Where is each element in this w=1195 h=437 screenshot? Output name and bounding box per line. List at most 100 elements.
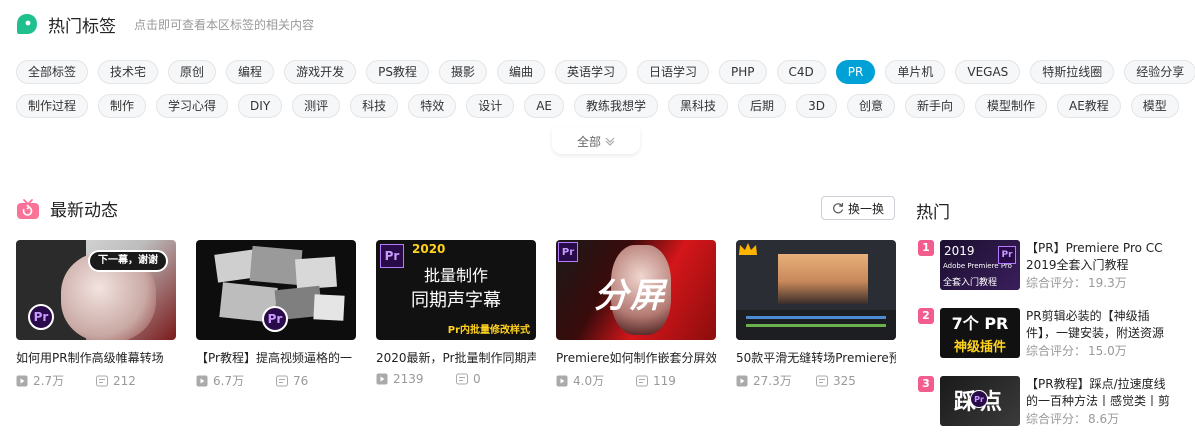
tag-chip[interactable]: 单片机 — [885, 60, 946, 84]
video-thumbnail[interactable]: Pr 2020 批量制作 同期声字幕 Pr内批量修改样式 — [376, 240, 536, 340]
video-thumbnail[interactable]: 下一幕，谢谢 Pr — [16, 240, 176, 340]
tag-chip[interactable]: 全部标签 — [16, 60, 89, 84]
tag-chip[interactable]: PS教程 — [366, 60, 429, 84]
tag-chip[interactable]: 编程 — [226, 60, 275, 84]
pr-logo: Pr — [558, 242, 578, 262]
refresh-label: 换一换 — [847, 201, 884, 216]
tag-chip[interactable]: PR — [835, 60, 876, 84]
tag-chip[interactable]: 游戏开发 — [284, 60, 357, 84]
tag-chip[interactable]: DIY — [238, 94, 283, 118]
tag-chip[interactable]: 原创 — [168, 60, 217, 84]
tag-chip[interactable]: AE — [524, 94, 565, 118]
hot-item-title[interactable]: 【PR】Premiere Pro CC 2019全套入门教程 — [1026, 240, 1176, 274]
video-thumbnail[interactable]: Pr — [196, 240, 356, 340]
tag-chip[interactable]: 学习心得 — [156, 94, 229, 118]
hot-item-title[interactable]: 【PR教程】踩点/拉速度线的一百种方法丨感觉类丨剪 — [1026, 376, 1176, 410]
tag-chip[interactable]: 制作 — [98, 94, 147, 118]
tag-chip[interactable]: 测评 — [292, 94, 341, 118]
thumbnail-line-3: 全套入门教程 — [943, 278, 998, 288]
pr-logo: Pr — [262, 306, 288, 332]
thumbnail-line-1: 2019 — [944, 244, 975, 258]
pr-logo: Pr — [998, 246, 1016, 264]
hot-item-text: 【PR】Premiere Pro CC 2019全套入门教程 综合评分： 19.3… — [1026, 240, 1176, 292]
hot-thumbnail[interactable]: 踩点 Pr — [940, 376, 1020, 426]
danmaku-icon — [636, 375, 648, 386]
hot-thumbnail[interactable]: 7个 PR 神级插件 — [940, 308, 1020, 358]
thumbnail-tagline: Pr内批量修改样式 — [447, 325, 530, 336]
video-title[interactable]: 50款平滑无缝转场Premiere预 — [736, 350, 896, 366]
tag-chip[interactable]: 技术宅 — [98, 60, 159, 84]
danmaku-count: 325 — [833, 373, 856, 388]
danmaku-icon — [96, 375, 108, 386]
video-stats: 27.3万 325 — [736, 372, 896, 389]
tag-chip[interactable]: 模型 — [1130, 94, 1179, 118]
tag-chip[interactable]: 创意 — [846, 94, 895, 118]
hot-item-text: 【PR教程】踩点/拉速度线的一百种方法丨感觉类丨剪 综合评分： 8.6万 — [1026, 376, 1176, 428]
video-title[interactable]: Premiere如何制作嵌套分屏效 — [556, 350, 716, 366]
tag-chip[interactable]: C4D — [776, 60, 826, 84]
latest-title: 最新动态 — [50, 201, 118, 221]
tag-chip[interactable]: PHP — [719, 60, 767, 84]
danmaku-count: 76 — [293, 373, 309, 388]
tv-icon — [17, 198, 39, 219]
tag-chip[interactable]: 特斯拉线圈 — [1030, 60, 1115, 84]
tag-chip[interactable]: VEGAS — [955, 60, 1021, 84]
score-label: 综合评分： — [1026, 344, 1087, 358]
video-card[interactable]: Pr 【Pr教程】提高视频逼格的一 6.7万 76 — [196, 240, 356, 389]
hot-item[interactable]: 2 7个 PR 神级插件 PR剪辑必装的【神级插件】，一键安装，附送资源 综合评… — [918, 308, 1178, 360]
hot-item-title[interactable]: PR剪辑必装的【神级插件】，一键安装，附送资源 — [1026, 308, 1176, 342]
tag-icon — [17, 14, 37, 34]
tag-chip[interactable]: 新手向 — [904, 94, 965, 118]
video-stats: 2139 0 — [376, 372, 536, 386]
danmaku-count: 0 — [473, 372, 481, 386]
play-count-icon — [16, 375, 28, 386]
refresh-button[interactable]: 换一换 — [821, 196, 895, 220]
thumbnail-caption: 分屏 — [594, 276, 666, 316]
danmaku-icon — [456, 373, 468, 385]
tag-chip[interactable]: 模型制作 — [974, 94, 1047, 118]
tag-chip[interactable]: 特效 — [408, 94, 457, 118]
score-value: 15.0万 — [1088, 344, 1127, 358]
video-title[interactable]: 【Pr教程】提高视频逼格的一 — [196, 350, 356, 366]
video-thumbnail[interactable]: Pr 分屏 — [556, 240, 716, 340]
tag-chip[interactable]: AE教程 — [1056, 94, 1121, 118]
thumbnail-year: 2020 — [412, 242, 446, 256]
hot-item-text: PR剪辑必装的【神级插件】，一键安装，附送资源 综合评分： 15.0万 — [1026, 308, 1176, 360]
video-thumbnail[interactable] — [736, 240, 896, 340]
video-card[interactable]: 50款平滑无缝转场Premiere预 27.3万 325 — [736, 240, 896, 389]
tag-chip[interactable]: 日语学习 — [636, 60, 709, 84]
play-count: 27.3万 — [753, 374, 792, 388]
tag-chip[interactable]: 黑科技 — [668, 94, 729, 118]
video-card[interactable]: 下一幕，谢谢 Pr 如何用PR制作高级帷幕转场 2.7万 212 — [16, 240, 176, 389]
thumbnail-caption: 批量制作 — [423, 266, 488, 285]
tag-chip[interactable]: 设计 — [466, 94, 515, 118]
tag-chip[interactable]: 摄影 — [438, 60, 487, 84]
tag-chip[interactable]: 编曲 — [496, 60, 545, 84]
tag-chip[interactable]: 3D — [796, 94, 837, 118]
play-count-icon — [376, 373, 388, 385]
tag-chip[interactable]: 教练我想学 — [574, 94, 659, 118]
refresh-icon — [833, 202, 844, 214]
tag-chip[interactable]: 英语学习 — [554, 60, 627, 84]
rank-badge: 3 — [918, 376, 934, 392]
hot-tags-header: 热门标签 点击即可查看本区标签的相关内容 — [16, 10, 314, 38]
video-card[interactable]: Pr 2020 批量制作 同期声字幕 Pr内批量修改样式 2020最新，Pr批量… — [376, 240, 536, 386]
play-count-icon — [556, 375, 568, 386]
video-title[interactable]: 如何用PR制作高级帷幕转场 — [16, 350, 176, 366]
tag-row-1: 全部标签 技术宅 原创 编程 游戏开发 PS教程 摄影 编曲 英语学习 日语学习 PHP C4D PR 单… — [16, 60, 1195, 84]
expand-label: 全部 — [576, 134, 601, 149]
tag-chip[interactable]: 后期 — [738, 94, 787, 118]
hot-item[interactable]: 1 2019 Adobe Premiere Pro 全套入门教程 Pr 【PR】… — [918, 240, 1178, 292]
danmaku-count: 119 — [653, 373, 676, 388]
video-title[interactable]: 2020最新，Pr批量制作同期声 — [376, 350, 536, 366]
thumbnail-caption: 下一幕，谢谢 — [88, 250, 168, 272]
video-card[interactable]: Pr 分屏 Premiere如何制作嵌套分屏效 4.0万 119 — [556, 240, 716, 389]
hot-thumbnail[interactable]: 2019 Adobe Premiere Pro 全套入门教程 Pr — [940, 240, 1020, 290]
hot-item[interactable]: 3 踩点 Pr 【PR教程】踩点/拉速度线的一百种方法丨感觉类丨剪 综合评分：8… — [918, 376, 1178, 428]
tag-chip[interactable]: 制作过程 — [16, 94, 89, 118]
expand-all-tags-button[interactable]: 全部 — [552, 128, 640, 154]
crown-icon — [739, 243, 757, 255]
tag-chip[interactable]: 经验分享 — [1124, 60, 1195, 84]
tag-chip[interactable]: 科技 — [350, 94, 399, 118]
pr-logo: Pr — [28, 304, 54, 330]
